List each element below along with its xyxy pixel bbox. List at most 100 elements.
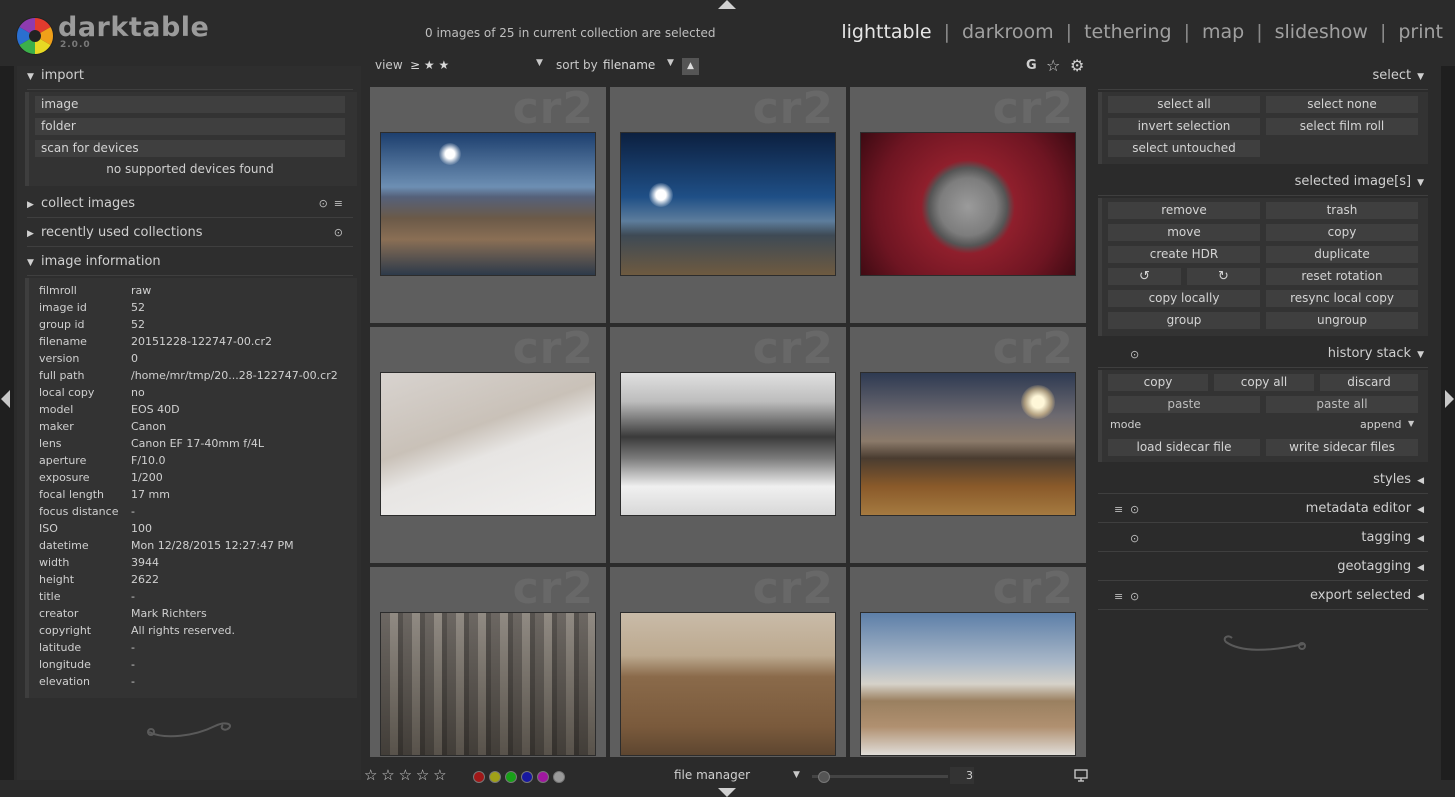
select-film-roll-button[interactable]: select film roll [1266, 118, 1418, 135]
presets-icon[interactable]: ⊙ [319, 197, 334, 210]
resync-local-copy-button[interactable]: resync local copy [1266, 290, 1418, 307]
star-icon[interactable]: ☆ [416, 766, 429, 784]
zoom-entry[interactable]: 3 [950, 767, 974, 784]
rotate-ccw-icon[interactable]: ↺ [1108, 268, 1181, 285]
zoom-slider-handle[interactable] [818, 771, 830, 783]
star-icon[interactable]: ☆ [381, 766, 394, 784]
thumbnail-cell[interactable]: cr2 [850, 85, 1086, 323]
thumbnail-cell[interactable]: cr2 [610, 323, 846, 563]
sort-order-toggle-icon[interactable]: ▲ [682, 58, 699, 75]
star-icon[interactable]: ☆ [399, 766, 412, 784]
star-icon[interactable]: ☆ [364, 766, 377, 784]
thumbnail-image[interactable] [380, 612, 596, 756]
move-button[interactable]: move [1108, 224, 1260, 241]
menu-icon[interactable]: ≡ [1114, 503, 1123, 516]
thumbnail-image[interactable] [380, 132, 596, 276]
history-paste-all-button[interactable]: paste all [1266, 396, 1418, 413]
select-module-header[interactable]: select ▼ [1372, 68, 1424, 83]
thumbnail-cell[interactable]: cr2 [610, 85, 846, 323]
presets-icon[interactable]: ⊙ [1130, 348, 1139, 361]
collapse-right-panel-arrow-icon[interactable] [1445, 390, 1454, 408]
load-sidecar-file-button[interactable]: load sidecar file [1108, 439, 1260, 456]
rating-filter-dropdown[interactable]: ≥ ★ ★ [410, 58, 449, 72]
recent-collections-module-header[interactable]: ▶ recently used collections ⊙ [27, 225, 353, 245]
history-paste-button[interactable]: paste [1108, 396, 1260, 413]
history-copy-button[interactable]: copy [1108, 374, 1208, 391]
sort-by-dropdown[interactable]: filename [603, 58, 655, 72]
display-profile-icon[interactable] [1074, 769, 1088, 782]
collapse-bottom-panel-arrow-icon[interactable] [718, 788, 736, 797]
color-label-dot-icon[interactable] [553, 770, 565, 783]
view-lighttable[interactable]: lighttable [841, 21, 931, 43]
grouping-toggle-button[interactable]: G [1026, 58, 1037, 73]
select-untouched-button[interactable]: select untouched [1108, 140, 1260, 157]
mode-chevron-down-icon[interactable]: ▼ [1408, 419, 1414, 428]
star-icon[interactable]: ☆ [433, 766, 446, 784]
presets-icon[interactable]: ⊙ [1130, 532, 1139, 545]
copy-button[interactable]: copy [1266, 224, 1418, 241]
sort-by-chevron-down-icon[interactable]: ▼ [667, 58, 674, 68]
view-print[interactable]: print [1398, 21, 1443, 43]
thumbnail-cell[interactable]: cr2 [370, 323, 606, 563]
invert-selection-button[interactable]: invert selection [1108, 118, 1260, 135]
import-image-button[interactable]: image [35, 96, 345, 113]
reset-rotation-button[interactable]: reset rotation [1266, 268, 1418, 285]
import-folder-button[interactable]: folder [35, 118, 345, 135]
thumbnail-cell[interactable]: cr2 [370, 85, 606, 323]
collapse-top-panel-arrow-icon[interactable] [718, 0, 736, 9]
trash-button[interactable]: trash [1266, 202, 1418, 219]
create-hdr-button[interactable]: create HDR [1108, 246, 1260, 263]
color-label-dot-icon[interactable] [489, 770, 501, 783]
ungroup-button[interactable]: ungroup [1266, 312, 1418, 329]
overlays-star-icon[interactable]: ☆ [1046, 56, 1060, 75]
import-module-header[interactable]: ▼ import [27, 68, 353, 88]
selected-images-module-header[interactable]: selected image[s] ▼ [1295, 174, 1424, 189]
select-all-button[interactable]: select all [1108, 96, 1260, 113]
thumbnail-cell[interactable]: cr2 [850, 563, 1086, 757]
collapse-left-panel-arrow-icon[interactable] [1, 390, 10, 408]
preferences-gear-icon[interactable]: ⚙ [1070, 56, 1084, 75]
thumbnail-image[interactable] [860, 612, 1076, 756]
view-tethering[interactable]: tethering [1084, 21, 1172, 43]
rating-filter-chevron-down-icon[interactable]: ▼ [536, 58, 543, 68]
presets-icon[interactable]: ⊙ [1130, 503, 1139, 516]
color-label-dot-icon[interactable] [473, 770, 485, 783]
image-information-module-header[interactable]: ▼ image information [27, 254, 353, 274]
thumbnail-image[interactable] [380, 372, 596, 516]
history-discard-button[interactable]: discard [1320, 374, 1418, 391]
layout-dropdown[interactable]: file manager [674, 768, 750, 782]
color-label-dot-icon[interactable] [521, 770, 533, 783]
mode-dropdown[interactable]: append [1360, 418, 1401, 431]
menu-icon[interactable]: ≡ [1114, 590, 1123, 603]
thumbnail-image[interactable] [620, 132, 836, 276]
view-darkroom[interactable]: darkroom [962, 21, 1054, 43]
view-slideshow[interactable]: slideshow [1275, 21, 1368, 43]
duplicate-button[interactable]: duplicate [1266, 246, 1418, 263]
history-stack-module-header[interactable]: history stack ▼ [1328, 346, 1424, 361]
lighttable-thumbnail-grid[interactable]: cr2 cr2 cr2 cr2 cr2 cr2 cr2 cr2 cr2 [368, 85, 1086, 757]
zoom-slider-track[interactable] [812, 775, 948, 778]
select-none-button[interactable]: select none [1266, 96, 1418, 113]
group-button[interactable]: group [1108, 312, 1260, 329]
layout-chevron-down-icon[interactable]: ▼ [793, 770, 800, 780]
view-map[interactable]: map [1202, 21, 1244, 43]
thumbnail-cell[interactable]: cr2 [850, 323, 1086, 563]
thumbnail-image[interactable] [620, 372, 836, 516]
thumbnail-cell[interactable]: cr2 [610, 563, 846, 757]
remove-button[interactable]: remove [1108, 202, 1260, 219]
tagging-module-header[interactable]: tagging ◀ [1361, 530, 1424, 545]
color-label-dot-icon[interactable] [505, 770, 517, 783]
rotate-cw-icon[interactable]: ↻ [1187, 268, 1260, 285]
thumbnail-cell[interactable]: cr2 [370, 563, 606, 757]
thumbnail-image[interactable] [860, 132, 1076, 276]
collect-images-module-header[interactable]: ▶ collect images ⊙≡ [27, 196, 353, 216]
styles-module-header[interactable]: styles ◀ [1373, 472, 1424, 487]
thumbnail-image[interactable] [620, 612, 836, 756]
geotagging-module-header[interactable]: geotagging ◀ [1337, 559, 1424, 574]
write-sidecar-files-button[interactable]: write sidecar files [1266, 439, 1418, 456]
color-label-dot-icon[interactable] [537, 770, 549, 783]
presets-icon[interactable]: ⊙ [334, 226, 349, 239]
presets-icon[interactable]: ⊙ [1130, 590, 1139, 603]
export-selected-module-header[interactable]: export selected ◀ [1310, 588, 1424, 603]
copy-locally-button[interactable]: copy locally [1108, 290, 1260, 307]
